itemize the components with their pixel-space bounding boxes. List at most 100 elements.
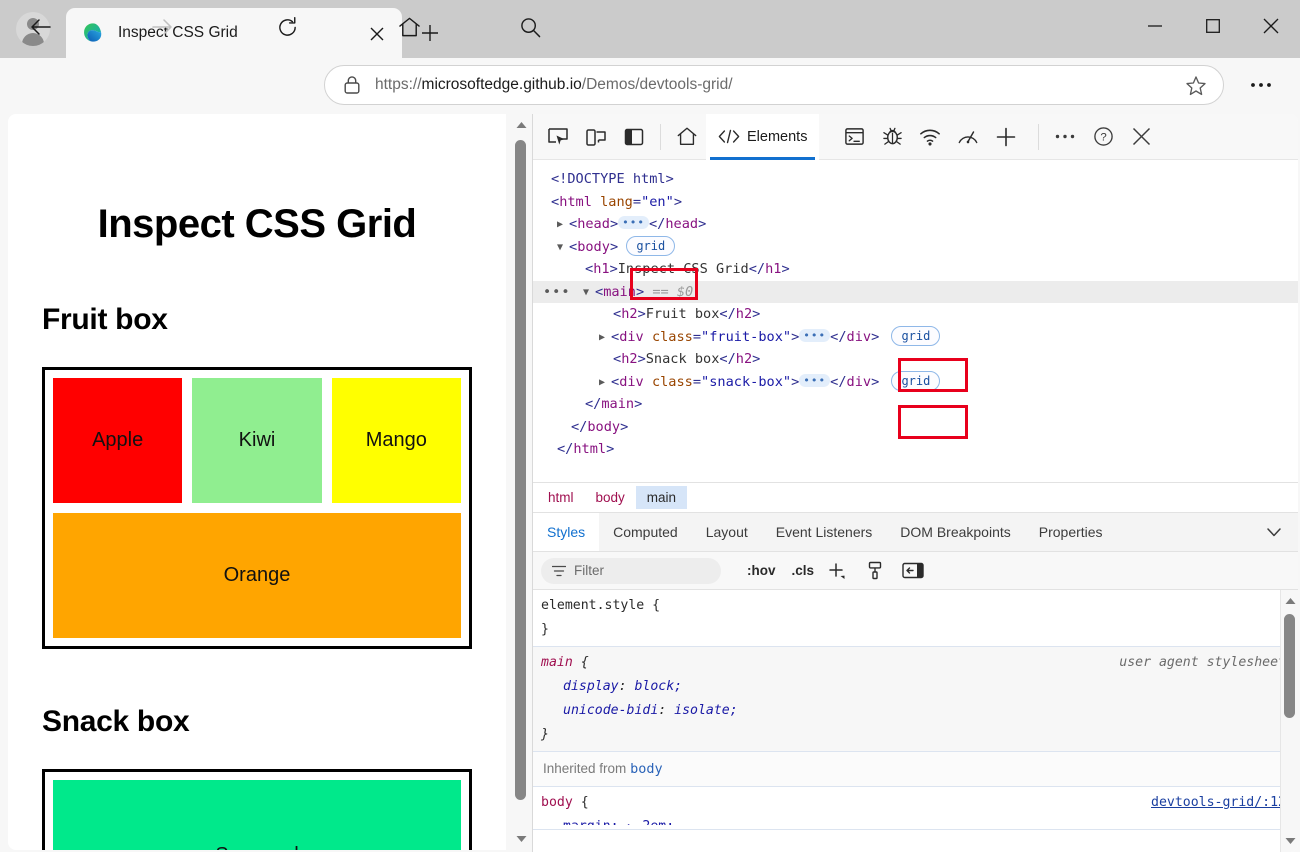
styles-scrollbar-thumb[interactable]: [1284, 614, 1295, 718]
devtools-help-button[interactable]: ?: [1084, 118, 1122, 156]
devtools-close-button[interactable]: [1122, 118, 1160, 156]
element-classes-button[interactable]: [860, 556, 890, 586]
filter-input[interactable]: Filter: [541, 558, 721, 584]
main-rule-selector[interactable]: main: [541, 655, 573, 670]
decl-prop-display[interactable]: display: [563, 679, 619, 694]
tab-properties[interactable]: Properties: [1025, 513, 1117, 551]
expand-triangle-icon[interactable]: ▶: [557, 214, 569, 237]
inherited-from-link[interactable]: body: [630, 761, 663, 777]
add-panel-button[interactable]: [987, 118, 1025, 156]
hov-button[interactable]: :hov: [747, 563, 776, 578]
url-path: /Demos/devtools-grid/: [582, 76, 733, 93]
rule-main-ua[interactable]: user agent stylesheet main { display: bl…: [533, 647, 1298, 752]
expand-triangle-icon[interactable]: ▶: [599, 372, 611, 395]
styles-scroll-down-button[interactable]: [1281, 830, 1298, 852]
device-emulation-button[interactable]: [577, 118, 615, 156]
dom-node-html-close[interactable]: </html>: [533, 438, 1298, 461]
body-rule-selector[interactable]: body: [541, 795, 573, 810]
dom-node-h1[interactable]: <h1>Inspect CSS Grid</h1>: [533, 258, 1298, 281]
rule-body[interactable]: devtools-grid/:12 body { margin: ▸ 2em;: [533, 787, 1298, 830]
devtools-more-button[interactable]: [1046, 118, 1084, 156]
page-title: Inspect CSS Grid: [42, 202, 472, 247]
rule-source-link[interactable]: devtools-grid/:12: [1151, 791, 1286, 815]
decl-prop-unicode-bidi[interactable]: unicode-bidi: [563, 703, 658, 718]
grid-badge-fruit-box[interactable]: grid: [891, 326, 940, 346]
dom-node-doctype[interactable]: <!DOCTYPE html>: [533, 168, 1298, 191]
tab-styles[interactable]: Styles: [533, 513, 599, 551]
home-button[interactable]: [390, 8, 428, 46]
scroll-up-button[interactable]: [510, 114, 532, 136]
tab-close-button[interactable]: [364, 21, 390, 47]
back-button[interactable]: [22, 8, 60, 46]
expand-triangle-icon[interactable]: ▶: [599, 327, 611, 350]
dom-node-main-close[interactable]: </main>: [533, 393, 1298, 416]
tab-performance[interactable]: [949, 118, 987, 156]
page-scrollbar[interactable]: [510, 114, 532, 850]
dock-side-button[interactable]: [615, 118, 653, 156]
favorite-button[interactable]: [1185, 75, 1207, 97]
dom-node-fruit-box[interactable]: ▶<div class="fruit-box">•••</div> grid: [533, 326, 1298, 349]
rule-element-style[interactable]: element.style { }: [533, 590, 1298, 647]
collapse-triangle-icon[interactable]: ▼: [583, 282, 595, 305]
breadcrumb-item-html[interactable]: html: [537, 486, 585, 509]
collapsed-children-icon[interactable]: •••: [618, 216, 649, 229]
tab-sources[interactable]: [873, 118, 911, 156]
dom-node-h2-fruit[interactable]: <h2>Fruit box</h2>: [533, 303, 1298, 326]
styles-scroll-up-button[interactable]: [1281, 590, 1298, 612]
dom-node-head[interactable]: ▶<head>•••</head>: [533, 213, 1298, 236]
inspect-element-button[interactable]: [539, 118, 577, 156]
breadcrumb-item-body[interactable]: body: [585, 486, 636, 509]
node-menu-dots-icon[interactable]: •••: [543, 281, 571, 304]
element-style-selector[interactable]: element.style: [541, 598, 644, 613]
address-bar[interactable]: https://microsoftedge.github.io/Demos/de…: [324, 65, 1224, 105]
tab-elements[interactable]: Elements: [706, 114, 819, 160]
reload-button[interactable]: [268, 8, 306, 46]
style-rules-pane[interactable]: element.style { } user agent stylesheet …: [533, 590, 1298, 852]
close-icon: [370, 27, 384, 41]
grid-badge-snack-box[interactable]: grid: [891, 371, 940, 391]
maximize-button[interactable]: [1184, 0, 1242, 52]
styles-scrollbar[interactable]: [1280, 590, 1298, 852]
tab-layout[interactable]: Layout: [692, 513, 762, 551]
dom-node-h2-snack[interactable]: <h2>Snack box</h2>: [533, 348, 1298, 371]
dom-node-main-selected[interactable]: ••• ▼<main> == $0: [533, 281, 1298, 304]
window-close-button[interactable]: [1242, 0, 1300, 52]
collapse-triangle-icon[interactable]: ▼: [557, 237, 569, 260]
dom-node-snack-box[interactable]: ▶<div class="snack-box">•••</div> grid: [533, 371, 1298, 394]
code-brackets-icon: [718, 129, 740, 144]
dom-node-body-close[interactable]: </body>: [533, 416, 1298, 439]
collapsed-children-icon[interactable]: •••: [799, 329, 830, 342]
cls-button[interactable]: .cls: [792, 563, 815, 578]
tab-computed[interactable]: Computed: [599, 513, 692, 551]
toolbar-divider-2: [1038, 124, 1039, 150]
new-style-rule-button[interactable]: [822, 556, 852, 586]
main-rule-close-brace: }: [541, 727, 549, 742]
svg-text:?: ?: [1100, 132, 1106, 144]
decl-value-unicode-bidi[interactable]: isolate;: [674, 703, 738, 718]
styles-tabs-overflow-button[interactable]: [1260, 513, 1288, 551]
browser-settings-button[interactable]: [1244, 68, 1278, 102]
performance-gauge-icon: [957, 127, 979, 147]
decl-value-display[interactable]: block;: [634, 679, 682, 694]
grid-badge-body[interactable]: grid: [626, 236, 675, 256]
tab-network[interactable]: [911, 118, 949, 156]
scroll-down-button[interactable]: [510, 828, 532, 850]
dom-tree[interactable]: <!DOCTYPE html> <html lang="en"> ▶<head>…: [533, 160, 1298, 483]
minimize-button[interactable]: [1126, 0, 1184, 52]
tab-console[interactable]: [835, 118, 873, 156]
section-heading: Fruit box: [42, 303, 472, 337]
toggle-computed-sidebar-button[interactable]: [898, 556, 928, 586]
body-rule-open-brace: {: [581, 795, 589, 810]
devtools-home-button[interactable]: [668, 118, 706, 156]
body-decl-margin[interactable]: margin: ▸ 2em;: [563, 819, 674, 825]
breadcrumb-item-main[interactable]: main: [636, 486, 687, 509]
console-icon: [844, 126, 865, 147]
scrollbar-thumb[interactable]: [515, 140, 526, 800]
collapsed-children-icon[interactable]: •••: [799, 374, 830, 387]
dom-node-html-open[interactable]: <html lang="en">: [533, 191, 1298, 214]
tab-dom-breakpoints[interactable]: DOM Breakpoints: [886, 513, 1024, 551]
dom-node-body-open[interactable]: ▼<body> grid: [533, 236, 1298, 259]
tab-event-listeners[interactable]: Event Listeners: [762, 513, 887, 551]
browser-tab[interactable]: Inspect CSS Grid: [66, 8, 402, 58]
search-button[interactable]: [511, 8, 549, 46]
